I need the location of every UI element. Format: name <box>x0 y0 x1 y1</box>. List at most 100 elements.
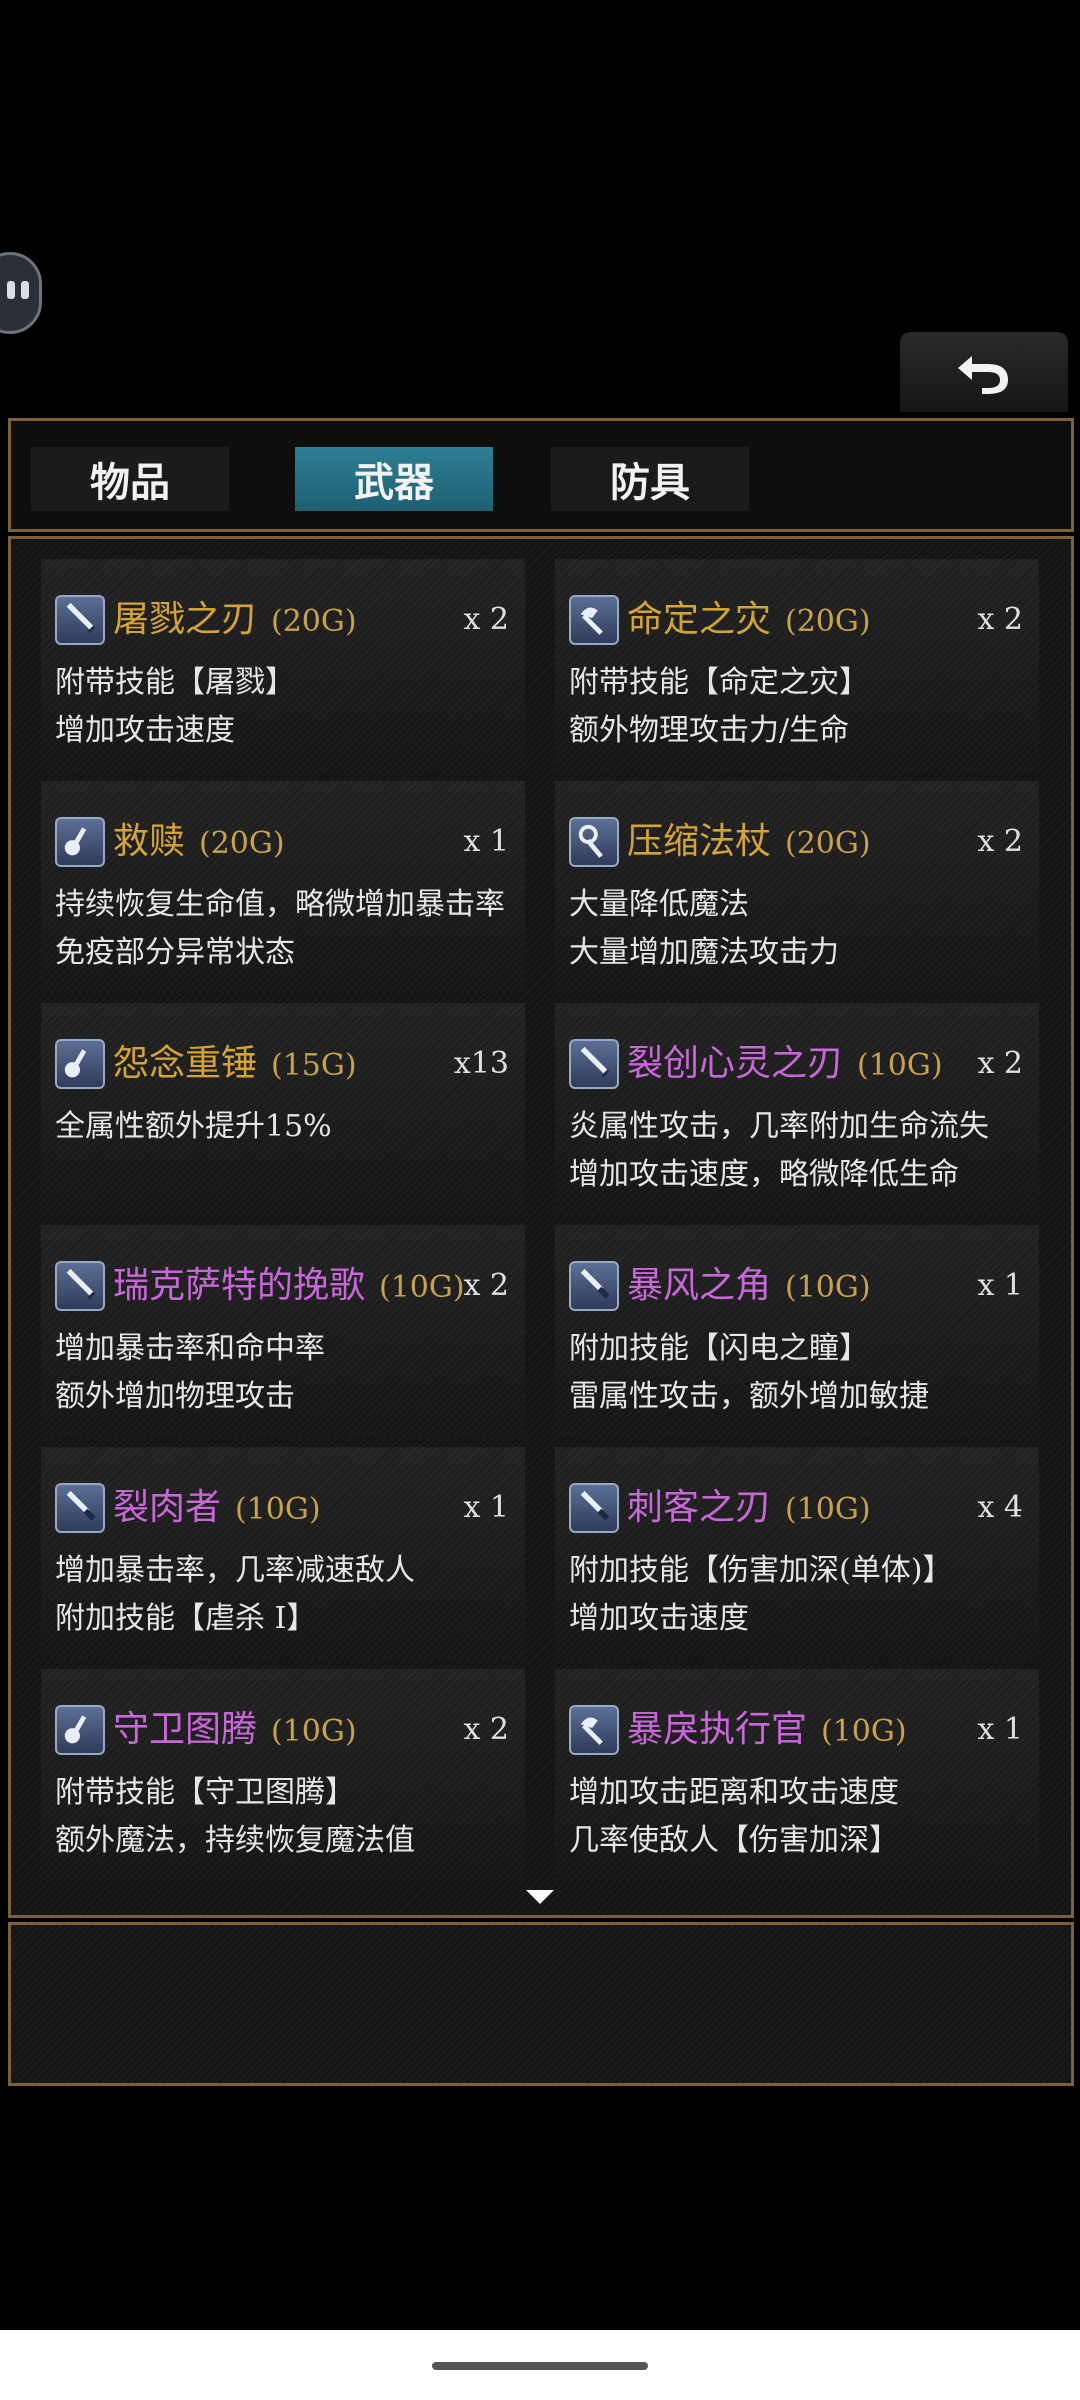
sword-icon <box>55 1261 105 1311</box>
description-line: 全属性额外提升15% <box>55 1109 332 1144</box>
weapon-price: (15G) <box>271 1048 357 1083</box>
weapon-list[interactable]: 屠戮之刃 (20G) x 2 附带技能【屠戮】 增加攻击速度 命定之灾 (20G) x 2 附带… <box>8 536 1074 1918</box>
description-line: 增加暴击率，几率减速敌人 <box>55 1553 415 1588</box>
dagger-icon <box>55 1483 105 1533</box>
weapon-card[interactable]: 暴风之角 (10G) x 1 附加技能【闪电之瞳】 雷属性攻击，额外增加敏捷 <box>555 1225 1039 1437</box>
weapon-name: 暴戾执行官 (10G) <box>627 1705 907 1757</box>
weapon-price: (20G) <box>271 604 357 639</box>
weapon-description: 附带技能【守卫图腾】额外魔法，持续恢复魔法值 <box>55 1769 415 1865</box>
weapon-name: 压缩法杖 (20G) <box>627 817 871 869</box>
weapon-description: 增加暴击率，几率减速敌人 附加技能【虐杀 I】 <box>55 1547 415 1643</box>
weapon-card[interactable]: 裂创心灵之刃 (10G) x 2 炎属性攻击，几率附加生命流失 增加攻击速度，略微降低生… <box>555 1003 1039 1215</box>
description-line: 附加技能【伤害加深(单体)】 <box>569 1553 953 1588</box>
dagger-icon <box>569 1483 619 1533</box>
description-line: 大量降低魔法 <box>569 887 749 922</box>
weapon-name-text: 暴风之角 <box>627 1265 772 1306</box>
weapon-card[interactable]: 命定之灾 (20G) x 2 附带技能【命定之灾】 额外物理攻击力/生命 <box>555 559 1039 771</box>
weapon-price: (20G) <box>785 604 871 639</box>
weapon-name-text: 守卫图腾 <box>113 1709 258 1750</box>
weapon-count: x 2 <box>977 602 1023 637</box>
weapon-card[interactable]: 瑞克萨特的挽歌 (10G) x 2 增加暴击率和命中率 额外增加物理攻击 <box>41 1225 525 1437</box>
description-line: 附带技能【守卫图腾】 <box>55 1775 355 1810</box>
weapon-count: x 1 <box>977 1268 1023 1303</box>
description-line: 免疫部分异常状态 <box>55 935 295 970</box>
weapon-name: 屠戮之刃 (20G) <box>113 595 357 647</box>
weapon-card[interactable]: 裂肉者 (10G) x 1 增加暴击率，几率减速敌人 附加技能【虐杀 I】 <box>41 1447 525 1659</box>
description-line: 额外物理攻击力/生命 <box>569 713 850 748</box>
description-line: 增加攻击速度 <box>569 1601 749 1636</box>
axe-icon <box>569 1705 619 1755</box>
weapon-price: (10G) <box>379 1270 465 1305</box>
weapon-count: x 1 <box>463 1490 509 1525</box>
weapon-name-text: 裂创心灵之刃 <box>627 1043 844 1084</box>
description-line: 炎属性攻击，几率附加生命流失 <box>569 1109 989 1144</box>
weapon-card[interactable]: 守卫图腾 (10G) x 2 附带技能【守卫图腾】额外魔法，持续恢复魔法值 <box>41 1669 525 1881</box>
description-line: 附带技能【命定之灾】 <box>569 665 869 700</box>
description-line: 附加技能【虐杀 I】 <box>55 1601 317 1636</box>
description-line: 增加攻击速度 <box>55 713 235 748</box>
description-line: 附带技能【屠戮】 <box>55 665 295 700</box>
weapon-name-text: 暴戾执行官 <box>627 1709 808 1750</box>
weapon-name-text: 刺客之刃 <box>627 1487 772 1528</box>
mace-icon <box>55 1039 105 1089</box>
weapon-price: (10G) <box>785 1492 871 1527</box>
weapon-count: x 1 <box>463 824 509 859</box>
tab-weapons[interactable]: 武器 <box>295 447 493 511</box>
weapon-name: 裂创心灵之刃 (10G) <box>627 1039 943 1091</box>
description-line: 增加暴击率和命中率 <box>55 1331 325 1366</box>
weapon-name-text: 裂肉者 <box>113 1487 222 1528</box>
weapon-price: (20G) <box>199 826 285 861</box>
tab-items[interactable]: 物品 <box>31 447 229 511</box>
scroll-down-icon[interactable] <box>526 1890 554 1904</box>
weapon-name: 救赎 (20G) <box>113 817 285 869</box>
description-line: 持续恢复生命值，略微增加暴击率 <box>55 887 505 922</box>
weapon-name-text: 怨念重锤 <box>113 1043 258 1084</box>
weapon-count: x 4 <box>977 1490 1023 1525</box>
home-indicator[interactable] <box>432 2362 648 2370</box>
weapon-name: 守卫图腾 (10G) <box>113 1705 357 1757</box>
weapon-description: 附加技能【伤害加深(单体)】 增加攻击速度 <box>569 1547 952 1643</box>
staff-icon <box>569 817 619 867</box>
weapon-price: (10G) <box>271 1714 357 1749</box>
weapon-count: x 2 <box>977 824 1023 859</box>
sword-icon <box>55 595 105 645</box>
weapon-count: x 2 <box>977 1046 1023 1081</box>
weapon-description: 持续恢复生命值，略微增加暴击率 免疫部分异常状态 <box>55 881 505 977</box>
weapon-count: x 2 <box>463 1712 509 1747</box>
weapon-count: x13 <box>453 1046 509 1081</box>
description-line: 额外魔法，持续恢复魔法值 <box>55 1823 415 1858</box>
dagger-icon <box>569 1261 619 1311</box>
weapon-name: 刺客之刃 (10G) <box>627 1483 871 1535</box>
description-line: 大量增加魔法攻击力 <box>569 935 839 970</box>
weapon-name-text: 救赎 <box>113 821 186 862</box>
description-line: 增加攻击速度，略微降低生命 <box>569 1157 959 1192</box>
weapon-card[interactable]: 救赎 (20G) x 1 持续恢复生命值，略微增加暴击率 免疫部分异常状态 <box>41 781 525 993</box>
weapon-name: 怨念重锤 (15G) <box>113 1039 357 1091</box>
weapon-card[interactable]: 刺客之刃 (10G) x 4 附加技能【伤害加深(单体)】 增加攻击速度 <box>555 1447 1039 1659</box>
weapon-name: 暴风之角 (10G) <box>627 1261 871 1313</box>
weapon-description: 大量降低魔法大量增加魔法攻击力 <box>569 881 839 977</box>
weapon-description: 附带技能【命定之灾】 额外物理攻击力/生命 <box>569 659 869 755</box>
back-button[interactable] <box>900 332 1068 412</box>
weapon-description: 附带技能【屠戮】 增加攻击速度 <box>55 659 295 755</box>
weapon-description: 增加暴击率和命中率 额外增加物理攻击 <box>55 1325 325 1421</box>
pause-button[interactable] <box>0 252 42 334</box>
weapon-name-text: 瑞克萨特的挽歌 <box>113 1265 366 1306</box>
weapon-card[interactable]: 压缩法杖 (20G) x 2 大量降低魔法大量增加魔法攻击力 <box>555 781 1039 993</box>
tab-armor[interactable]: 防具 <box>551 447 749 511</box>
weapon-card[interactable]: 屠戮之刃 (20G) x 2 附带技能【屠戮】 增加攻击速度 <box>41 559 525 771</box>
weapon-card[interactable]: 怨念重锤 (15G) x13 全属性额外提升15% <box>41 1003 525 1215</box>
weapon-name-text: 命定之灾 <box>627 599 772 640</box>
weapon-price: (10G) <box>857 1048 943 1083</box>
weapon-price: (10G) <box>785 1270 871 1305</box>
description-line: 附加技能【闪电之瞳】 <box>569 1331 869 1366</box>
weapon-card[interactable]: 暴戾执行官 (10G) x 1 增加攻击距离和攻击速度 几率使敌人【伤害加深】 <box>555 1669 1039 1881</box>
weapon-price: (10G) <box>235 1492 321 1527</box>
item-detail-panel <box>8 1922 1074 2086</box>
weapon-count: x 1 <box>977 1712 1023 1747</box>
axe-icon <box>569 595 619 645</box>
weapon-price: (20G) <box>785 826 871 861</box>
mace-icon <box>55 1705 105 1755</box>
weapon-count: x 2 <box>463 602 509 637</box>
description-line: 额外增加物理攻击 <box>55 1379 295 1414</box>
